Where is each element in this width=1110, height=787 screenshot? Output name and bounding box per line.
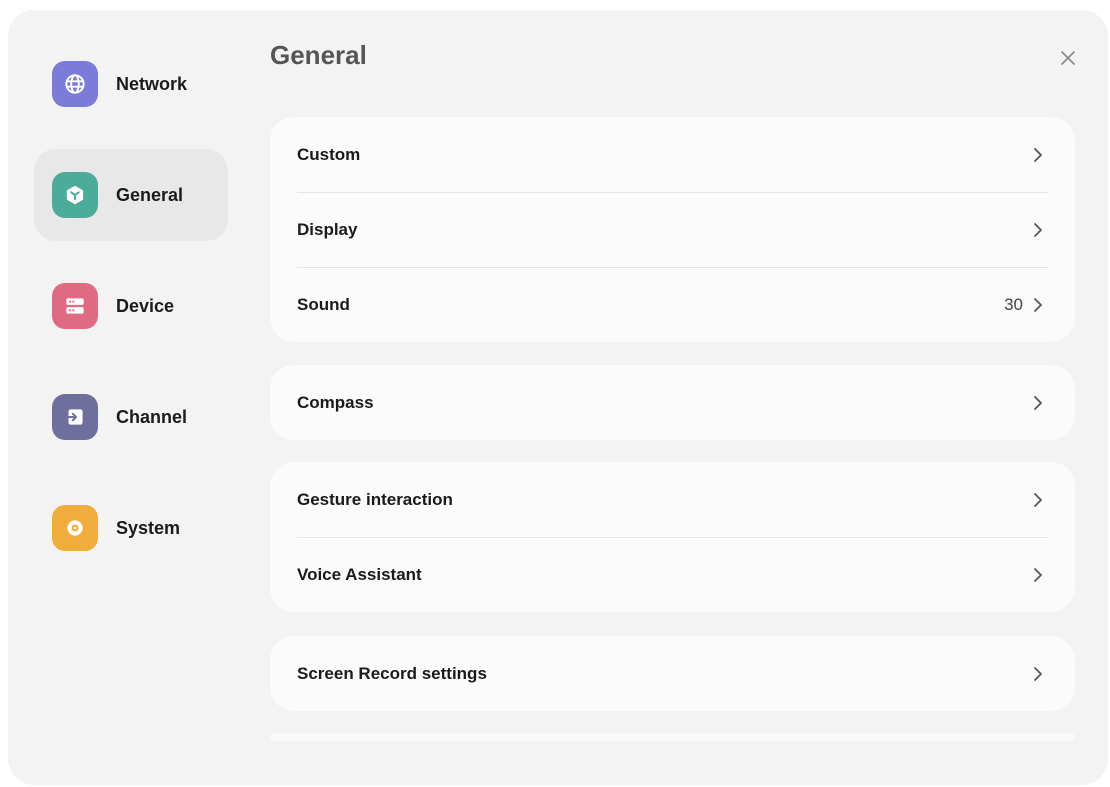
row-label: Sound — [297, 294, 350, 314]
page-title: General — [270, 40, 367, 70]
close-button[interactable] — [1056, 46, 1080, 70]
chevron-right-icon — [1031, 566, 1045, 584]
chevron-right-icon — [1031, 491, 1045, 509]
sidebar-item-general[interactable]: General — [34, 149, 228, 241]
row-compass[interactable]: Compass — [270, 365, 1075, 440]
row-gesture-interaction[interactable]: Gesture interaction — [270, 462, 1075, 537]
row-label: Compass — [297, 392, 374, 412]
sidebar-item-label: Channel — [116, 406, 188, 427]
chevron-right-icon — [1031, 146, 1045, 164]
row-label: Voice Assistant — [297, 564, 422, 584]
cube-icon — [52, 172, 98, 218]
gear-icon — [52, 505, 98, 551]
row-label: Custom — [297, 144, 361, 164]
globe-icon — [52, 61, 98, 107]
chevron-right-icon — [1031, 221, 1045, 239]
row-voice-assistant[interactable]: Voice Assistant — [270, 537, 1075, 612]
sidebar-item-system[interactable]: System — [34, 482, 228, 574]
input-arrow-icon — [52, 394, 98, 440]
sidebar-item-device[interactable]: Device — [34, 260, 228, 352]
settings-group-card: Gesture interaction Voice Assistant — [270, 462, 1075, 612]
row-custom[interactable]: Custom — [270, 117, 1075, 192]
server-icon — [52, 283, 98, 329]
sidebar-item-channel[interactable]: Channel — [34, 371, 228, 463]
row-screen-record-settings[interactable]: Screen Record settings — [270, 636, 1075, 711]
sidebar-item-network[interactable]: Network — [34, 38, 228, 130]
close-icon — [1061, 51, 1075, 65]
row-label: Gesture interaction — [297, 489, 453, 509]
row-label: Screen Record settings — [297, 663, 487, 683]
settings-group-card: Compass — [270, 365, 1075, 440]
row-display[interactable]: Display — [270, 192, 1075, 267]
settings-group-card: Screen Record settings — [270, 636, 1075, 711]
settings-panel: Network General Device Channel System Ge… — [8, 10, 1108, 785]
row-sound[interactable]: Sound 30 — [270, 267, 1075, 342]
chevron-right-icon — [1031, 665, 1045, 683]
sound-volume-value: 30 — [1004, 294, 1023, 314]
sidebar-item-label: General — [116, 184, 184, 205]
chevron-right-icon — [1031, 296, 1045, 314]
sidebar-item-label: System — [116, 517, 181, 538]
settings-group-card-partial — [270, 733, 1075, 741]
sidebar: Network General Device Channel System — [8, 10, 248, 785]
row-label: Display — [297, 219, 358, 239]
sidebar-item-label: Network — [116, 73, 188, 94]
chevron-right-icon — [1031, 394, 1045, 412]
sidebar-item-label: Device — [116, 295, 175, 316]
settings-group-card: Custom Display Sound 30 — [270, 117, 1075, 342]
